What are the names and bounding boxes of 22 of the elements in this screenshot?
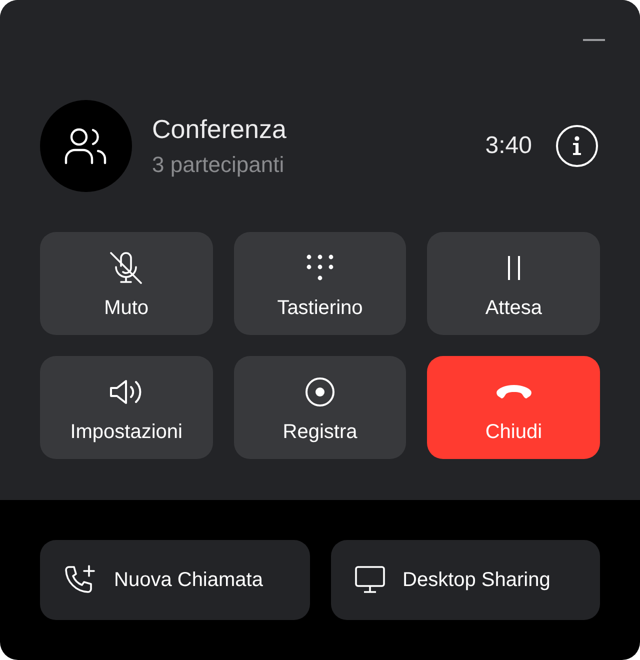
info-button[interactable] — [556, 125, 598, 167]
action-button[interactable]: Nuova Chiamata — [40, 540, 310, 620]
call-control-button[interactable]: Chiudi — [427, 356, 600, 459]
hang-up-icon — [494, 383, 533, 401]
phone-plus-icon — [64, 564, 96, 596]
monitor-icon — [354, 566, 384, 594]
call-control-button[interactable]: Tastierino — [234, 232, 406, 335]
info-icon — [571, 136, 583, 156]
call-control-button[interactable]: Impostazioni — [40, 356, 213, 459]
minimize-button[interactable] — [583, 38, 607, 42]
mic-off-icon — [108, 250, 144, 286]
call-control-button[interactable]: Registra — [234, 356, 406, 459]
call-title: Conferenza — [152, 113, 288, 145]
participant-count: 3 partecipanti — [152, 151, 286, 179]
call-control-button[interactable]: Muto — [40, 232, 213, 335]
record-icon — [304, 377, 335, 407]
call-duration: 3:40 — [485, 131, 532, 161]
call-control-button[interactable]: Attesa — [427, 232, 600, 335]
speaker-icon — [109, 378, 144, 406]
keypad-icon — [304, 253, 335, 283]
people-icon — [64, 127, 108, 165]
action-button[interactable]: Desktop Sharing — [330, 540, 600, 620]
